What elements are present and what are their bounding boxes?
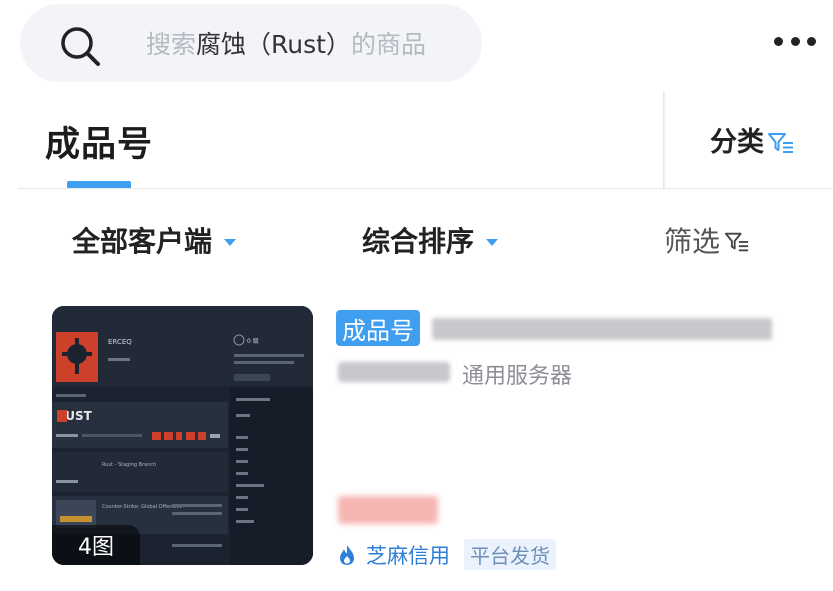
product-meta-redacted [338,362,450,382]
shipping-badge: 平台发货 [464,539,556,570]
search-bar[interactable]: 搜索腐蚀（Rust）的商品 [20,4,482,82]
category-label: 分类 [710,127,764,158]
chevron-down-icon [486,238,499,246]
credit-label: 芝麻信用 [366,543,450,568]
product-thumbnail[interactable]: ERCEQ 0 级 RUST Rust - Staging Branch Cou… [52,306,313,565]
price-redacted [338,496,438,524]
search-icon[interactable] [58,24,102,68]
filter-label: 筛选 [664,225,721,258]
thumb-level: 0 级 [247,337,259,345]
category-button[interactable]: 分类 [710,120,795,159]
search-keyword: 腐蚀（Rust） [196,30,351,59]
filter-button[interactable]: 筛选 [664,220,750,260]
funnel-icon [768,132,793,153]
chevron-down-icon [224,238,237,246]
client-filter-label: 全部客户端 [72,225,213,258]
product-type-tag: 成品号 [336,310,420,346]
more-icon[interactable] [774,34,816,48]
search-input[interactable]: 搜索腐蚀（Rust）的商品 [146,30,426,60]
filter-row: 全部客户端 综合排序 筛选 [0,216,833,266]
thumb-game3: Counter-Strike: Global Offensive [102,504,182,510]
tab-finished-account[interactable]: 成品号 [45,116,153,167]
product-tags: 芝麻信用 平台发货 [338,539,556,570]
funnel-icon [724,232,749,252]
thumb-game2: Rust - Staging Branch [102,462,156,468]
sort-dropdown[interactable]: 综合排序 [362,220,499,260]
search-placeholder-prefix: 搜索 [146,30,197,59]
category-divider [663,92,666,188]
thumb-username: ERCEQ [108,338,132,346]
server-label: 通用服务器 [462,364,573,389]
product-title-redacted [432,318,772,340]
flame-icon [340,544,354,565]
image-count-badge: 4图 [52,525,140,565]
sort-label: 综合排序 [362,225,475,258]
product-card[interactable]: ERCEQ 0 级 RUST Rust - Staging Branch Cou… [52,306,832,570]
header-divider [18,188,833,189]
search-placeholder-suffix: 的商品 [350,30,426,59]
client-filter-dropdown[interactable]: 全部客户端 [72,220,237,260]
